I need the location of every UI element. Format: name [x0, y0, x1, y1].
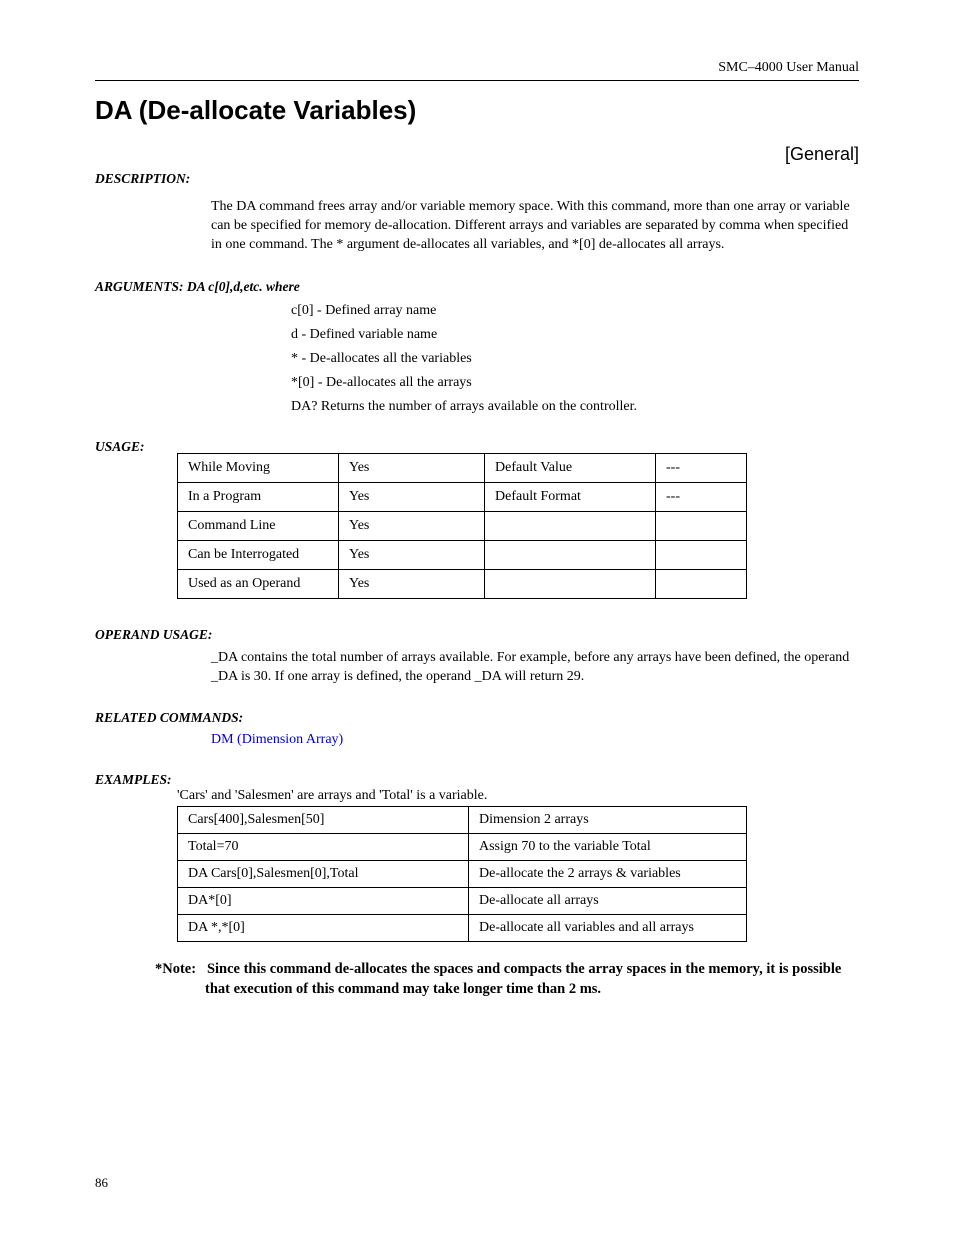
operand-usage-text: _DA contains the total number of arrays …	[211, 649, 859, 687]
table-row: Cars[400],Salesmen[50] Dimension 2 array…	[178, 807, 747, 834]
table-cell: DA Cars[0],Salesmen[0],Total	[178, 861, 469, 888]
table-cell: While Moving	[178, 453, 339, 482]
table-row: Can be Interrogated Yes	[178, 540, 747, 569]
note-block: *Note: Since this command de-allocates t…	[155, 960, 859, 999]
examples-caption: 'Cars' and 'Salesmen' are arrays and 'To…	[177, 788, 859, 804]
argument-item: DA? Returns the number of arrays availab…	[291, 399, 859, 415]
argument-item: * - De-allocates all the variables	[291, 351, 859, 367]
table-cell: Assign 70 to the variable Total	[469, 834, 747, 861]
table-cell: Default Value	[485, 453, 656, 482]
table-cell	[656, 569, 747, 598]
table-cell: Used as an Operand	[178, 569, 339, 598]
table-cell: Dimension 2 arrays	[469, 807, 747, 834]
note-prefix: *Note:	[155, 961, 196, 977]
description-text: The DA command frees array and/or variab…	[211, 198, 859, 255]
table-cell	[485, 569, 656, 598]
page-title: DA (De-allocate Variables)	[95, 95, 859, 126]
table-row: While Moving Yes Default Value ---	[178, 453, 747, 482]
examples-label: EXAMPLES:	[95, 772, 859, 788]
table-cell: Yes	[339, 482, 485, 511]
table-cell: De-allocate all variables and all arrays	[469, 915, 747, 942]
table-cell	[656, 511, 747, 540]
category-tag: [General]	[95, 144, 859, 165]
header-manual-title: SMC–4000 User Manual	[95, 60, 859, 76]
description-label: DESCRIPTION:	[95, 171, 190, 186]
usage-table: While Moving Yes Default Value --- In a …	[177, 453, 747, 599]
table-cell: Yes	[339, 569, 485, 598]
page-number: 86	[95, 1175, 108, 1191]
table-cell: Can be Interrogated	[178, 540, 339, 569]
related-commands-label: RELATED COMMANDS:	[95, 710, 859, 726]
arguments-list: c[0] - Defined array name d - Defined va…	[291, 303, 859, 415]
table-row: DA*[0] De-allocate all arrays	[178, 888, 747, 915]
table-cell: Yes	[339, 540, 485, 569]
table-cell: De-allocate all arrays	[469, 888, 747, 915]
table-row: Used as an Operand Yes	[178, 569, 747, 598]
table-cell: DA*[0]	[178, 888, 469, 915]
table-cell: Yes	[339, 453, 485, 482]
table-row: DA *,*[0] De-allocate all variables and …	[178, 915, 747, 942]
argument-item: c[0] - Defined array name	[291, 303, 859, 319]
table-cell: ---	[656, 453, 747, 482]
examples-table: Cars[400],Salesmen[50] Dimension 2 array…	[177, 806, 747, 942]
table-cell: ---	[656, 482, 747, 511]
table-cell: Default Format	[485, 482, 656, 511]
table-cell: Command Line	[178, 511, 339, 540]
table-row: In a Program Yes Default Format ---	[178, 482, 747, 511]
table-cell: Cars[400],Salesmen[50]	[178, 807, 469, 834]
table-row: Command Line Yes	[178, 511, 747, 540]
table-cell: Total=70	[178, 834, 469, 861]
related-command-link[interactable]: DM (Dimension Array)	[211, 732, 343, 747]
table-cell: DA *,*[0]	[178, 915, 469, 942]
table-cell	[485, 511, 656, 540]
arguments-label: ARGUMENTS: DA c[0],d,etc. where	[95, 279, 859, 295]
argument-item: *[0] - De-allocates all the arrays	[291, 375, 859, 391]
table-cell: De-allocate the 2 arrays & variables	[469, 861, 747, 888]
table-cell	[656, 540, 747, 569]
table-row: DA Cars[0],Salesmen[0],Total De-allocate…	[178, 861, 747, 888]
header-rule	[95, 80, 859, 81]
argument-item: d - Defined variable name	[291, 327, 859, 343]
table-cell	[485, 540, 656, 569]
table-cell: Yes	[339, 511, 485, 540]
note-text: Since this command de-allocates the spac…	[205, 961, 841, 997]
table-cell: In a Program	[178, 482, 339, 511]
table-row: Total=70 Assign 70 to the variable Total	[178, 834, 747, 861]
operand-usage-label: OPERAND USAGE:	[95, 627, 859, 643]
